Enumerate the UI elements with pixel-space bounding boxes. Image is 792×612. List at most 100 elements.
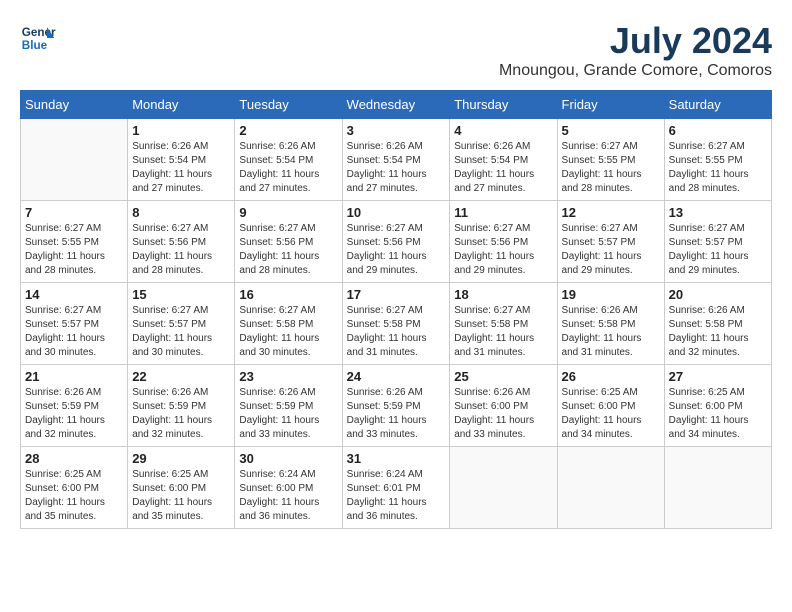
calendar-day-cell: 14Sunrise: 6:27 AM Sunset: 5:57 PM Dayli… xyxy=(21,283,128,365)
page-header: General Blue July 2024 Mnoungou, Grande … xyxy=(20,20,772,80)
calendar-day-cell: 6 Sunrise: 6:27 AM Sunset: 5:55 PM Daylig… xyxy=(664,119,771,201)
day-info: Sunrise: 6:27 AM Sunset: 5:57 PM Dayligh… xyxy=(132,304,230,360)
day-info: Sunrise: 6:26 AM Sunset: 5:59 PM Dayligh… xyxy=(239,386,337,442)
calendar-day-cell: 21Sunrise: 6:26 AM Sunset: 5:59 PM Dayli… xyxy=(21,365,128,447)
day-info: Sunrise: 6:27 AM Sunset: 5:55 PM Dayligh… xyxy=(25,222,123,278)
day-info: Sunrise: 6:26 AM Sunset: 5:58 PM Dayligh… xyxy=(669,304,767,360)
weekday-header-tuesday: Tuesday xyxy=(235,91,342,119)
day-number: 8 xyxy=(132,205,230,220)
weekday-header-monday: Monday xyxy=(128,91,235,119)
day-number: 19 xyxy=(562,287,660,302)
calendar-day-cell: 9 Sunrise: 6:27 AM Sunset: 5:56 PM Daylig… xyxy=(235,201,342,283)
calendar-day-cell: 27 Sunrise: 6:25 AM Sunset: 6:00 PM Dayli… xyxy=(664,365,771,447)
day-info: Sunrise: 6:26 AM Sunset: 5:59 PM Dayligh… xyxy=(347,386,446,442)
svg-text:Blue: Blue xyxy=(22,39,48,52)
day-info: Sunrise: 6:25 AM Sunset: 6:00 PM Dayligh… xyxy=(669,386,767,442)
title-area: July 2024 Mnoungou, Grande Comore, Comor… xyxy=(499,20,772,80)
day-info: Sunrise: 6:27 AM Sunset: 5:56 PM Dayligh… xyxy=(239,222,337,278)
calendar-day-cell: 3 Sunrise: 6:26 AM Sunset: 5:54 PM Daylig… xyxy=(342,119,450,201)
day-number: 30 xyxy=(239,451,337,466)
day-number: 10 xyxy=(347,205,446,220)
day-number: 25 xyxy=(454,369,552,384)
calendar-week-row: 28 Sunrise: 6:25 AM Sunset: 6:00 PM Dayli… xyxy=(21,447,772,529)
location: Mnoungou, Grande Comore, Comoros xyxy=(499,62,772,80)
day-info: Sunrise: 6:27 AM Sunset: 5:58 PM Dayligh… xyxy=(239,304,337,360)
day-number: 29 xyxy=(132,451,230,466)
day-number: 9 xyxy=(239,205,337,220)
weekday-header-wednesday: Wednesday xyxy=(342,91,450,119)
day-info: Sunrise: 6:26 AM Sunset: 5:54 PM Dayligh… xyxy=(239,140,337,196)
calendar-day-cell xyxy=(21,119,128,201)
day-number: 11 xyxy=(454,205,552,220)
day-info: Sunrise: 6:24 AM Sunset: 6:00 PM Dayligh… xyxy=(239,468,337,524)
day-number: 12 xyxy=(562,205,660,220)
day-info: Sunrise: 6:27 AM Sunset: 5:57 PM Dayligh… xyxy=(562,222,660,278)
calendar-day-cell: 16 Sunrise: 6:27 AM Sunset: 5:58 PM Dayli… xyxy=(235,283,342,365)
calendar-day-cell: 31Sunrise: 6:24 AM Sunset: 6:01 PM Dayli… xyxy=(342,447,450,529)
calendar-day-cell: 13Sunrise: 6:27 AM Sunset: 5:57 PM Dayli… xyxy=(664,201,771,283)
weekday-header-thursday: Thursday xyxy=(450,91,557,119)
logo: General Blue xyxy=(20,20,56,56)
day-number: 31 xyxy=(347,451,446,466)
day-info: Sunrise: 6:27 AM Sunset: 5:55 PM Dayligh… xyxy=(669,140,767,196)
day-number: 22 xyxy=(132,369,230,384)
calendar-day-cell: 23 Sunrise: 6:26 AM Sunset: 5:59 PM Dayli… xyxy=(235,365,342,447)
day-info: Sunrise: 6:26 AM Sunset: 5:54 PM Dayligh… xyxy=(347,140,446,196)
day-number: 1 xyxy=(132,123,230,138)
calendar-table: SundayMondayTuesdayWednesdayThursdayFrid… xyxy=(20,90,772,529)
calendar-day-cell: 20Sunrise: 6:26 AM Sunset: 5:58 PM Dayli… xyxy=(664,283,771,365)
calendar-day-cell: 2 Sunrise: 6:26 AM Sunset: 5:54 PM Daylig… xyxy=(235,119,342,201)
calendar-day-cell xyxy=(664,447,771,529)
day-info: Sunrise: 6:25 AM Sunset: 6:00 PM Dayligh… xyxy=(25,468,123,524)
day-info: Sunrise: 6:26 AM Sunset: 5:54 PM Dayligh… xyxy=(132,140,230,196)
weekday-header-sunday: Sunday xyxy=(21,91,128,119)
logo-icon: General Blue xyxy=(20,20,56,56)
day-number: 15 xyxy=(132,287,230,302)
weekday-header-row: SundayMondayTuesdayWednesdayThursdayFrid… xyxy=(21,91,772,119)
day-number: 3 xyxy=(347,123,446,138)
calendar-day-cell: 7 Sunrise: 6:27 AM Sunset: 5:55 PM Daylig… xyxy=(21,201,128,283)
day-number: 27 xyxy=(669,369,767,384)
calendar-day-cell xyxy=(450,447,557,529)
calendar-day-cell xyxy=(557,447,664,529)
day-info: Sunrise: 6:27 AM Sunset: 5:56 PM Dayligh… xyxy=(132,222,230,278)
day-number: 5 xyxy=(562,123,660,138)
calendar-day-cell: 22 Sunrise: 6:26 AM Sunset: 5:59 PM Dayli… xyxy=(128,365,235,447)
day-number: 16 xyxy=(239,287,337,302)
day-number: 4 xyxy=(454,123,552,138)
day-number: 23 xyxy=(239,369,337,384)
calendar-day-cell: 29 Sunrise: 6:25 AM Sunset: 6:00 PM Dayli… xyxy=(128,447,235,529)
day-info: Sunrise: 6:27 AM Sunset: 5:55 PM Dayligh… xyxy=(562,140,660,196)
day-number: 28 xyxy=(25,451,123,466)
day-number: 21 xyxy=(25,369,123,384)
day-info: Sunrise: 6:25 AM Sunset: 6:00 PM Dayligh… xyxy=(132,468,230,524)
day-info: Sunrise: 6:27 AM Sunset: 5:58 PM Dayligh… xyxy=(347,304,446,360)
calendar-week-row: 7 Sunrise: 6:27 AM Sunset: 5:55 PM Daylig… xyxy=(21,201,772,283)
calendar-day-cell: 4 Sunrise: 6:26 AM Sunset: 5:54 PM Daylig… xyxy=(450,119,557,201)
calendar-day-cell: 18Sunrise: 6:27 AM Sunset: 5:58 PM Dayli… xyxy=(450,283,557,365)
calendar-day-cell: 24 Sunrise: 6:26 AM Sunset: 5:59 PM Dayli… xyxy=(342,365,450,447)
day-number: 24 xyxy=(347,369,446,384)
day-info: Sunrise: 6:27 AM Sunset: 5:57 PM Dayligh… xyxy=(25,304,123,360)
day-number: 26 xyxy=(562,369,660,384)
calendar-day-cell: 19Sunrise: 6:26 AM Sunset: 5:58 PM Dayli… xyxy=(557,283,664,365)
calendar-day-cell: 8 Sunrise: 6:27 AM Sunset: 5:56 PM Daylig… xyxy=(128,201,235,283)
month-year: July 2024 xyxy=(499,20,772,62)
weekday-header-friday: Friday xyxy=(557,91,664,119)
calendar-day-cell: 1 Sunrise: 6:26 AM Sunset: 5:54 PM Daylig… xyxy=(128,119,235,201)
day-number: 17 xyxy=(347,287,446,302)
calendar-week-row: 1 Sunrise: 6:26 AM Sunset: 5:54 PM Daylig… xyxy=(21,119,772,201)
day-number: 18 xyxy=(454,287,552,302)
calendar-day-cell: 25Sunrise: 6:26 AM Sunset: 6:00 PM Dayli… xyxy=(450,365,557,447)
day-number: 7 xyxy=(25,205,123,220)
calendar-day-cell: 26Sunrise: 6:25 AM Sunset: 6:00 PM Dayli… xyxy=(557,365,664,447)
calendar-day-cell: 5 Sunrise: 6:27 AM Sunset: 5:55 PM Daylig… xyxy=(557,119,664,201)
day-number: 2 xyxy=(239,123,337,138)
day-info: Sunrise: 6:26 AM Sunset: 5:59 PM Dayligh… xyxy=(132,386,230,442)
day-number: 6 xyxy=(669,123,767,138)
day-info: Sunrise: 6:26 AM Sunset: 5:54 PM Dayligh… xyxy=(454,140,552,196)
calendar-day-cell: 30 Sunrise: 6:24 AM Sunset: 6:00 PM Dayli… xyxy=(235,447,342,529)
calendar-day-cell: 12 Sunrise: 6:27 AM Sunset: 5:57 PM Dayli… xyxy=(557,201,664,283)
day-info: Sunrise: 6:27 AM Sunset: 5:56 PM Dayligh… xyxy=(454,222,552,278)
day-info: Sunrise: 6:27 AM Sunset: 5:56 PM Dayligh… xyxy=(347,222,446,278)
